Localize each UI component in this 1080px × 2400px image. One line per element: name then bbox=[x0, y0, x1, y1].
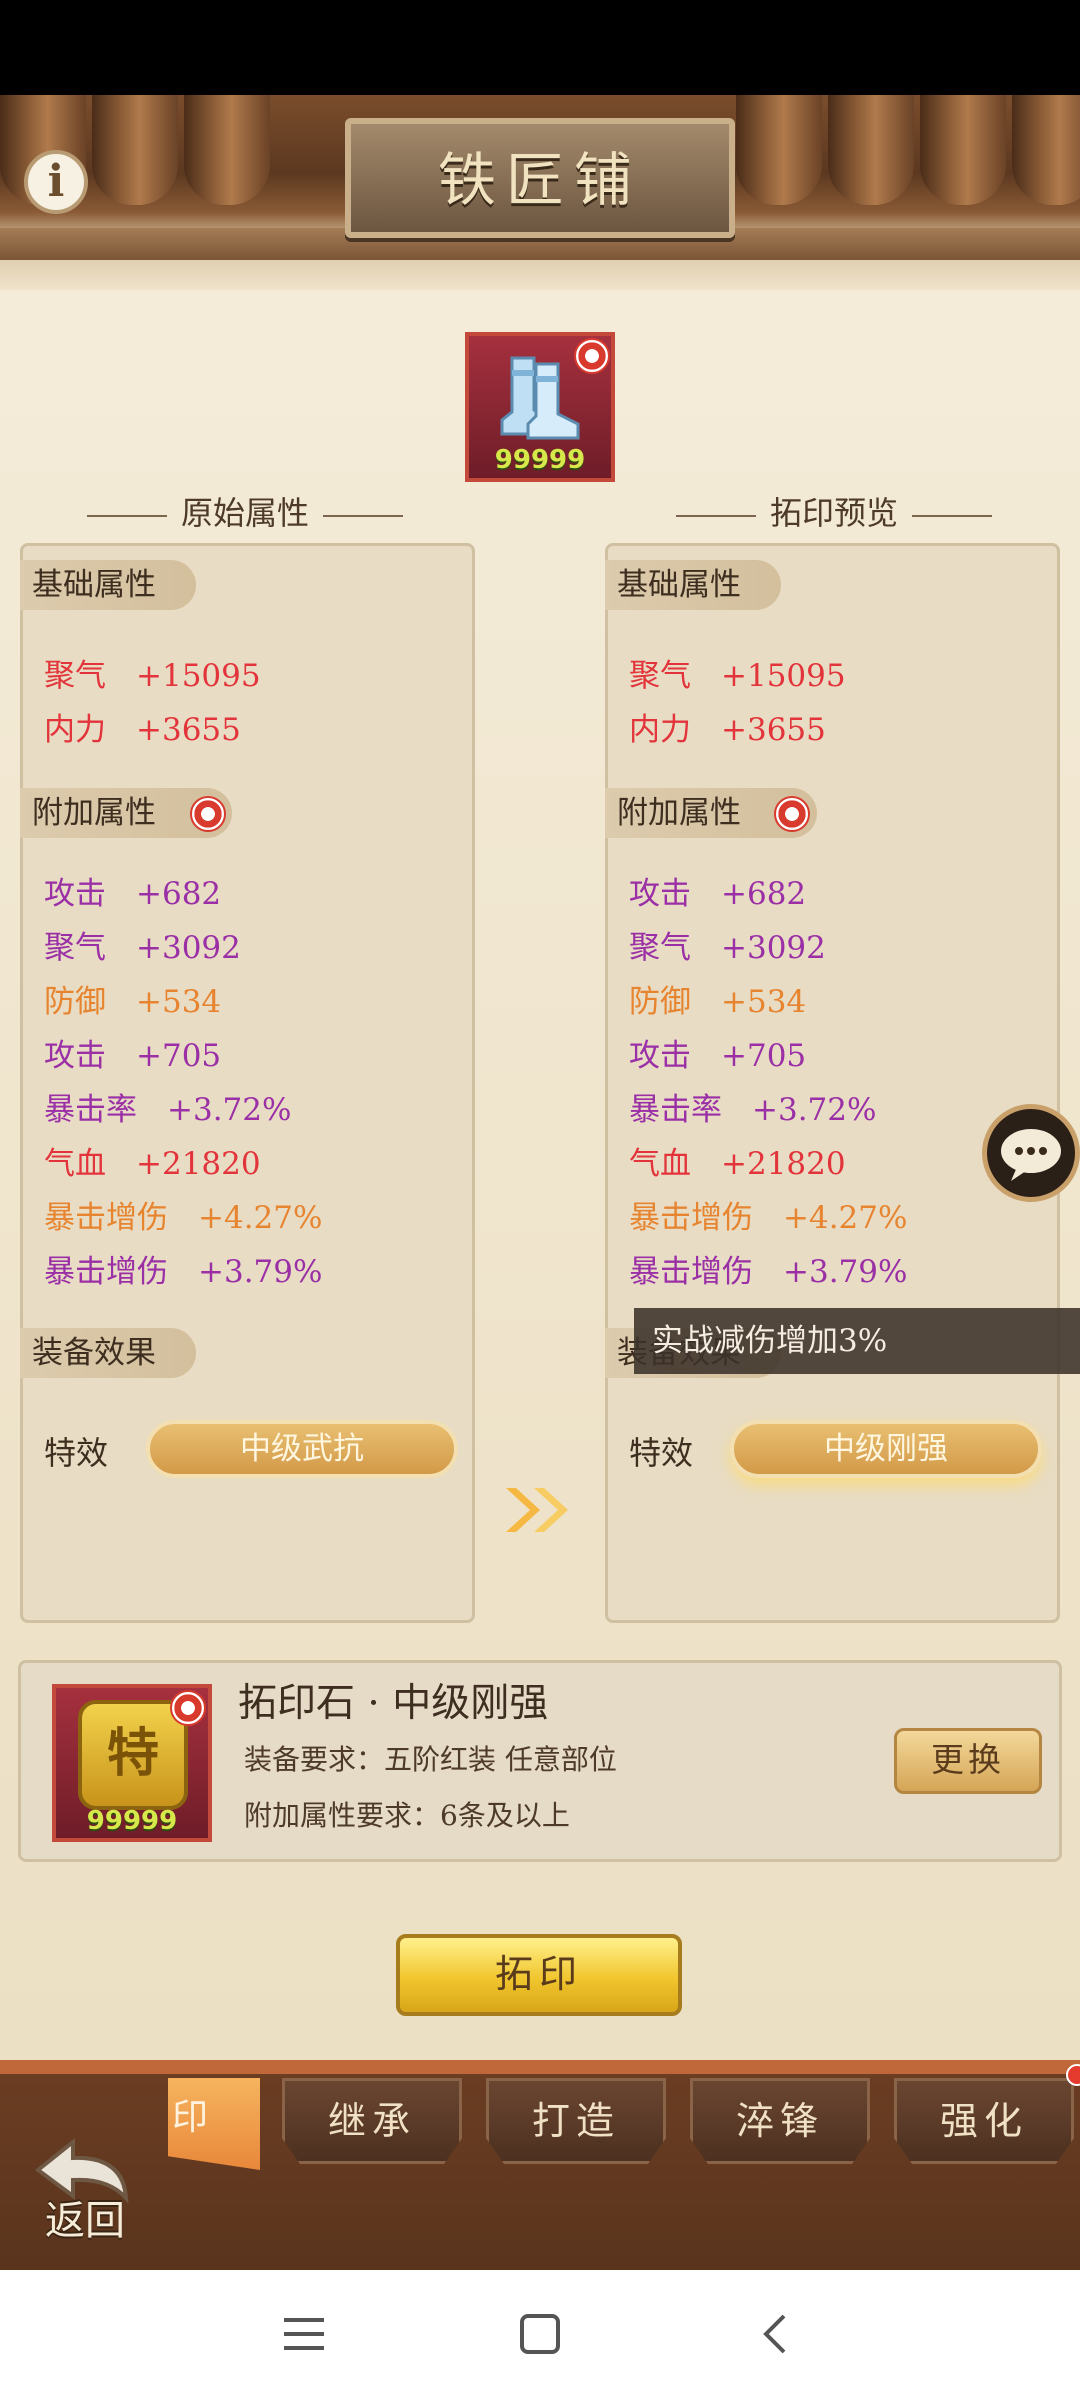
tab-strengthen[interactable]: 强化 bbox=[894, 2078, 1074, 2164]
right-extra-stat: 暴击增伤 +4.27% bbox=[629, 1200, 908, 1236]
left-base-stat: 内力 +3655 bbox=[44, 712, 241, 748]
system-nav-bar bbox=[0, 2270, 1080, 2400]
equip-requirement: 装备要求：五阶红装 任意部位 bbox=[244, 1743, 617, 1776]
extra-attr-badge-icon bbox=[774, 796, 810, 832]
effect-label: 特效 bbox=[44, 1434, 109, 1472]
right-effect-button[interactable]: 中级刚强 bbox=[730, 1420, 1042, 1478]
left-extra-stat: 气血 +21820 bbox=[44, 1146, 261, 1182]
equipment-effect-tag: 装备效果 bbox=[20, 1328, 196, 1378]
roof-tile bbox=[920, 95, 1006, 205]
status-bar bbox=[0, 0, 1080, 95]
roof-tile bbox=[736, 95, 822, 205]
base-attributes-tag: 基础属性 bbox=[605, 560, 781, 610]
home-icon[interactable] bbox=[518, 2312, 562, 2356]
extra-attr-badge-icon bbox=[190, 796, 226, 832]
left-extra-stat: 防御 +534 bbox=[44, 984, 222, 1020]
print-button[interactable]: 拓印 bbox=[396, 1934, 682, 2016]
stone-count: 99999 bbox=[86, 1806, 178, 1836]
effect-label: 特效 bbox=[629, 1434, 694, 1472]
roof-tile bbox=[828, 95, 914, 205]
effect-tooltip: 实战减伤增加3% bbox=[634, 1308, 1080, 1374]
change-button[interactable]: 更换 bbox=[894, 1728, 1042, 1794]
right-extra-stat: 攻击 +682 bbox=[629, 876, 807, 912]
arrow-right-icon bbox=[506, 1488, 568, 1532]
right-base-stat: 内力 +3655 bbox=[629, 712, 826, 748]
roof-tile bbox=[1012, 95, 1080, 205]
right-section-title: 拓印预览 bbox=[614, 488, 1054, 534]
base-attributes-tag: 基础属性 bbox=[20, 560, 196, 610]
left-base-stat: 聚气 +15095 bbox=[44, 658, 261, 694]
right-extra-stat: 气血 +21820 bbox=[629, 1146, 846, 1182]
bottom-bar-trim bbox=[0, 2060, 1080, 2074]
info-icon[interactable]: i bbox=[24, 150, 88, 214]
equipment-count: 99999 bbox=[494, 445, 586, 475]
tab-inherit[interactable]: 继承 bbox=[282, 2078, 462, 2164]
back-button[interactable]: 返回 bbox=[30, 2188, 140, 2246]
chat-bubble-icon bbox=[1001, 1129, 1061, 1181]
stone-title: 拓印石 · 中级刚强 bbox=[238, 1681, 549, 1726]
right-extra-stat: 防御 +534 bbox=[629, 984, 807, 1020]
chat-button[interactable] bbox=[982, 1104, 1080, 1202]
attribute-requirement: 附加属性要求：6条及以上 bbox=[244, 1799, 570, 1832]
back-nav-icon[interactable] bbox=[754, 2312, 798, 2356]
right-extra-stat: 暴击率 +3.72% bbox=[629, 1092, 877, 1128]
left-extra-stat: 攻击 +682 bbox=[44, 876, 222, 912]
roof-tile bbox=[92, 95, 178, 205]
right-extra-stat: 聚气 +3092 bbox=[629, 930, 826, 966]
page-title: 铁匠铺 bbox=[437, 146, 642, 214]
left-effect-button[interactable]: 中级武抗 bbox=[146, 1420, 458, 1478]
tab-temper[interactable]: 淬锋 bbox=[690, 2078, 870, 2164]
left-extra-stat: 暴击率 +3.72% bbox=[44, 1092, 292, 1128]
rarity-badge-icon bbox=[170, 1690, 206, 1726]
rarity-badge-icon bbox=[574, 338, 610, 374]
boots-icon bbox=[500, 356, 580, 440]
left-extra-stat: 聚气 +3092 bbox=[44, 930, 241, 966]
left-section-title: 原始属性 bbox=[30, 488, 460, 534]
left-extra-stat: 暴击增伤 +3.79% bbox=[44, 1254, 323, 1290]
menu-icon[interactable] bbox=[282, 2312, 326, 2356]
tab-print[interactable]: 印 bbox=[168, 2078, 260, 2170]
roof-tile bbox=[184, 95, 270, 205]
left-extra-stat: 暴击增伤 +4.27% bbox=[44, 1200, 323, 1236]
right-extra-stat: 攻击 +705 bbox=[629, 1038, 807, 1074]
right-base-stat: 聚气 +15095 bbox=[629, 658, 846, 694]
tab-forge[interactable]: 打造 bbox=[486, 2078, 666, 2164]
left-extra-stat: 攻击 +705 bbox=[44, 1038, 222, 1074]
right-extra-stat: 暴击增伤 +3.79% bbox=[629, 1254, 908, 1290]
